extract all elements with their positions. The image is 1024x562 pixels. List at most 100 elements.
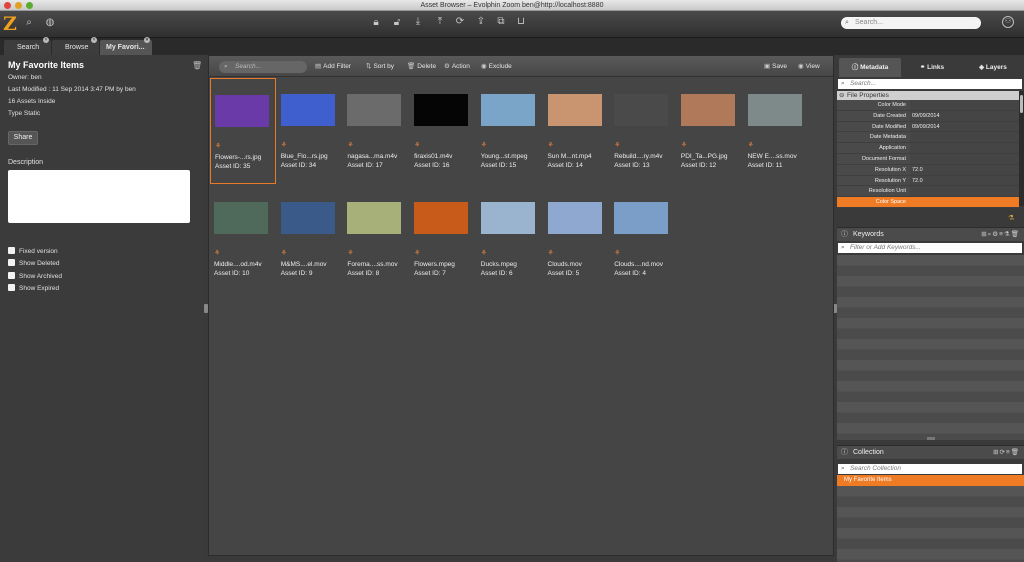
keyword-tools[interactable]: ⊞⌕⚙≡⚗🗑︎ bbox=[981, 228, 1020, 242]
show-deleted-checkbox[interactable]: Show Deleted bbox=[8, 259, 59, 268]
action-button[interactable]: ⚙ Action bbox=[444, 61, 470, 73]
asset-thumbnail[interactable] bbox=[547, 202, 602, 234]
globe-icon[interactable]: ◍ bbox=[43, 17, 57, 29]
metadata-value[interactable] bbox=[910, 100, 1019, 111]
asset-thumbnail[interactable] bbox=[280, 94, 335, 126]
asset-thumbnail[interactable] bbox=[614, 202, 669, 234]
asset-thumbnail[interactable] bbox=[414, 94, 469, 126]
keywords-resize-handle[interactable] bbox=[927, 437, 935, 440]
user-icon[interactable]: ⚇ bbox=[1002, 16, 1014, 28]
metadata-value[interactable]: 72.0 bbox=[910, 175, 1019, 187]
metadata-row[interactable]: Color Space bbox=[837, 197, 1019, 208]
tab-browse[interactable]: Browse × bbox=[52, 37, 99, 55]
close-icon[interactable]: × bbox=[91, 37, 97, 43]
metadata-row[interactable]: Application bbox=[837, 143, 1019, 154]
asset-tile[interactable]: ⚘ Sun M...nt.mp4 Asset ID: 14 bbox=[544, 78, 610, 184]
show-expired-checkbox[interactable]: Show Expired bbox=[8, 284, 59, 293]
view-button[interactable]: ◉ View bbox=[798, 61, 820, 73]
asset-filter-input[interactable]: ⌕ Search... bbox=[219, 61, 307, 73]
copy-icon[interactable]: ⧉ bbox=[494, 16, 508, 28]
tab-links[interactable]: ⚭ Links bbox=[901, 58, 963, 77]
upload-icon[interactable]: ⤒ bbox=[433, 16, 447, 28]
asset-thumbnail[interactable] bbox=[214, 202, 268, 234]
asset-thumbnail[interactable] bbox=[414, 202, 469, 234]
metadata-row[interactable]: Resolution Y 72.0 bbox=[837, 175, 1019, 187]
exclude-button[interactable]: ◉ Exclude bbox=[481, 61, 512, 73]
tab-my-favorites[interactable]: My Favori... × bbox=[100, 37, 152, 55]
tab-layers[interactable]: ◈ Layers bbox=[963, 58, 1023, 77]
close-icon[interactable]: × bbox=[144, 37, 150, 43]
asset-thumbnail[interactable] bbox=[480, 94, 535, 126]
metadata-value[interactable] bbox=[910, 132, 1019, 144]
collection-tools[interactable]: ⊞⟳≡🗑︎ bbox=[993, 446, 1020, 460]
asset-tile[interactable]: ⚘ Flowers.mpeg Asset ID: 7 bbox=[410, 186, 476, 292]
asset-thumbnail[interactable] bbox=[347, 202, 402, 234]
asset-tile[interactable]: ⚘ Clouds.mov Asset ID: 5 bbox=[544, 186, 610, 292]
metadata-value[interactable]: 09/09/2014 bbox=[910, 121, 1019, 133]
metadata-row[interactable]: Document Format bbox=[837, 153, 1019, 165]
add-filter-button[interactable]: ▤ Add Filter bbox=[315, 61, 351, 73]
collection-search-input[interactable]: ⌕ Search Collection bbox=[838, 464, 1022, 474]
asset-thumbnail[interactable] bbox=[215, 95, 269, 127]
sync-icon[interactable]: ⟳ bbox=[453, 16, 467, 28]
description-input[interactable] bbox=[8, 170, 190, 223]
asset-tile[interactable]: ⚘ Clouds....nd.mov Asset ID: 4 bbox=[610, 186, 676, 292]
search-icon[interactable]: ⌕ bbox=[22, 17, 36, 29]
asset-tile[interactable]: ⚘ Forema....ss.mov Asset ID: 8 bbox=[343, 186, 409, 292]
asset-tile[interactable]: ⚘ NEW E....ss.mov Asset ID: 11 bbox=[744, 78, 810, 184]
asset-tile[interactable]: ⚘ Flowers-...rs.jpg Asset ID: 35 bbox=[210, 78, 276, 184]
metadata-row[interactable]: Resolution Unit bbox=[837, 186, 1019, 198]
metadata-value[interactable]: 72.0 bbox=[910, 164, 1019, 176]
flask-icon[interactable]: ⚗ bbox=[1008, 214, 1014, 222]
metadata-scrollbar[interactable] bbox=[1019, 91, 1024, 206]
asset-tile[interactable]: ⚘ Rebuild....ry.m4v Asset ID: 13 bbox=[610, 78, 676, 184]
keyword-input[interactable]: ⌕ Filter or Add Keywords... bbox=[838, 243, 1022, 253]
delete-button[interactable]: 🗑︎ Delete bbox=[407, 61, 436, 73]
show-archived-checkbox[interactable]: Show Archived bbox=[8, 272, 62, 281]
asset-tile[interactable]: ⚘ nagasa...ma.m4v Asset ID: 17 bbox=[343, 78, 409, 184]
asset-tile[interactable]: ⚘ Blue_Flo...rs.jpg Asset ID: 34 bbox=[277, 78, 343, 184]
lock-icon[interactable]: 🔒︎ bbox=[369, 17, 383, 29]
metadata-value[interactable] bbox=[910, 197, 1019, 208]
metadata-value[interactable]: 09/09/2014 bbox=[910, 110, 1019, 122]
metadata-search-input[interactable]: ⌕ Search... bbox=[838, 79, 1022, 89]
fixed-version-checkbox[interactable]: Fixed version bbox=[8, 247, 58, 256]
zoom-window-button[interactable] bbox=[26, 2, 33, 9]
asset-thumbnail[interactable] bbox=[347, 94, 402, 126]
metadata-row[interactable]: Date Created 09/09/2014 bbox=[837, 110, 1019, 122]
asset-thumbnail[interactable] bbox=[747, 94, 802, 126]
asset-tile[interactable]: ⚘ Young...st.mpeg Asset ID: 15 bbox=[477, 78, 543, 184]
asset-tile[interactable]: ⚘ Ducks.mpeg Asset ID: 6 bbox=[477, 186, 543, 292]
metadata-row[interactable]: Color Mode bbox=[837, 100, 1019, 111]
close-icon[interactable]: × bbox=[43, 37, 49, 43]
tab-search[interactable]: Search × bbox=[4, 37, 51, 55]
asset-thumbnail[interactable] bbox=[614, 94, 669, 126]
metadata-value[interactable] bbox=[910, 143, 1019, 154]
asset-tile[interactable]: ⚘ PDI_Ta...PG.jpg Asset ID: 12 bbox=[677, 78, 743, 184]
asset-thumbnail[interactable] bbox=[280, 202, 335, 234]
collection-item-my-favorite-items[interactable]: My Favorite Items bbox=[837, 475, 1024, 486]
metadata-row[interactable]: Resolution X 72.0 bbox=[837, 164, 1019, 176]
share-button[interactable]: Share bbox=[8, 131, 38, 145]
metadata-row[interactable]: Date Modified 09/09/2014 bbox=[837, 121, 1019, 133]
metadata-value[interactable] bbox=[910, 186, 1019, 198]
asset-tile[interactable]: ⚘ M&MS....el.mov Asset ID: 9 bbox=[277, 186, 343, 292]
asset-tile[interactable]: ⚘ firaxis01.m4v Asset ID: 16 bbox=[410, 78, 476, 184]
minimize-window-button[interactable] bbox=[15, 2, 22, 9]
trash-icon[interactable]: 🗑︎ bbox=[192, 61, 202, 70]
file-properties-header[interactable]: ⊖ File Properties bbox=[837, 91, 1019, 100]
save-button[interactable]: ▣ Save bbox=[764, 61, 787, 73]
download-icon[interactable]: ⤓ bbox=[411, 16, 425, 28]
asset-thumbnail[interactable] bbox=[547, 94, 602, 126]
global-search-input[interactable]: ⌕ Search... bbox=[841, 17, 981, 29]
unlock-icon[interactable]: 🔓︎ bbox=[390, 17, 404, 29]
sort-by-button[interactable]: ⇅ Sort by bbox=[366, 61, 394, 73]
asset-tile[interactable]: ⚘ Middle....od.m4v Asset ID: 10 bbox=[210, 186, 276, 292]
asset-thumbnail[interactable] bbox=[680, 94, 735, 126]
metadata-row[interactable]: Date Metadata bbox=[837, 132, 1019, 144]
close-window-button[interactable] bbox=[4, 2, 11, 9]
metadata-value[interactable] bbox=[910, 153, 1019, 165]
asset-thumbnail[interactable] bbox=[480, 202, 535, 234]
tab-metadata[interactable]: ⓘ Metadata bbox=[839, 58, 901, 77]
share-icon[interactable]: ⇪ bbox=[474, 16, 488, 28]
